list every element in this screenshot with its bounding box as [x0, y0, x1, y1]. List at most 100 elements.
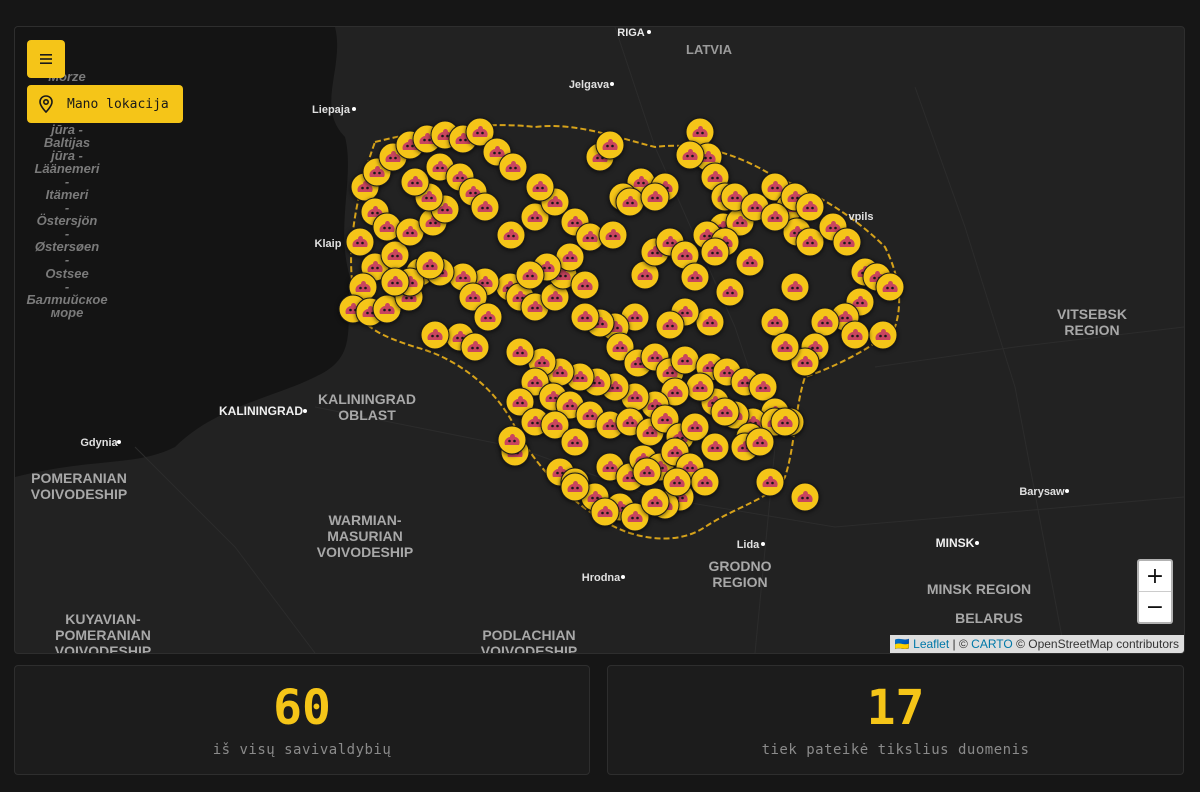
poop-marker[interactable]	[415, 250, 445, 280]
poop-marker[interactable]	[680, 262, 710, 292]
poop-marker[interactable]	[780, 272, 810, 302]
poop-marker[interactable]	[745, 427, 775, 457]
label-hrodna: Hrodna	[582, 572, 621, 584]
poop-marker[interactable]	[690, 467, 720, 497]
poop-marker[interactable]	[675, 140, 705, 170]
label-kuyavian-2: POMERANIAN	[55, 627, 151, 643]
poop-marker[interactable]	[560, 427, 590, 457]
label-barysaw: Barysaw	[1019, 486, 1065, 498]
label-daugavpils: vpils	[848, 211, 873, 223]
poop-marker[interactable]	[790, 482, 820, 512]
label-belarus: BELARUS	[955, 610, 1023, 626]
poop-marker[interactable]	[497, 425, 527, 455]
poop-marker[interactable]	[760, 307, 790, 337]
label-pomeranian-2: VOIVODESHIP	[31, 486, 127, 502]
poop-marker[interactable]	[795, 192, 825, 222]
poop-marker[interactable]	[755, 467, 785, 497]
basemap[interactable]: RIGA LATVIA Jelgava Liepaja Klaip vpils …	[15, 27, 1184, 653]
poop-marker[interactable]	[525, 172, 555, 202]
label-liepaja: Liepaja	[312, 104, 351, 116]
svg-text:-: -	[65, 252, 69, 267]
poop-marker[interactable]	[662, 467, 692, 497]
label-warmian-2: MASURIAN	[327, 528, 402, 544]
poop-marker[interactable]	[560, 472, 590, 502]
poop-marker[interactable]	[460, 332, 490, 362]
poop-marker[interactable]	[473, 302, 503, 332]
poop-marker[interactable]	[840, 320, 870, 350]
poop-marker[interactable]	[770, 407, 800, 437]
poop-marker[interactable]	[875, 272, 905, 302]
poop-marker[interactable]	[505, 337, 535, 367]
poop-marker[interactable]	[400, 167, 430, 197]
label-vitsebsk-1: VITSEBSK	[1057, 306, 1127, 322]
poop-marker[interactable]	[615, 187, 645, 217]
label-kaliningrad-city: KALININGRAD	[219, 404, 303, 418]
label-minsk-region: MINSK REGION	[927, 581, 1031, 597]
label-vitsebsk-2: REGION	[1064, 322, 1119, 338]
label-klaipeda: Klaip	[315, 238, 342, 250]
zoom-out-button[interactable]: −	[1139, 591, 1171, 622]
poop-marker[interactable]	[345, 227, 375, 257]
poop-marker[interactable]	[632, 457, 662, 487]
poop-marker[interactable]	[715, 277, 745, 307]
label-minsk: MINSK	[936, 536, 975, 550]
poop-marker[interactable]	[640, 487, 670, 517]
poop-marker[interactable]	[810, 307, 840, 337]
poop-marker[interactable]	[832, 227, 862, 257]
poop-marker[interactable]	[770, 332, 800, 362]
my-location-label: Mano lokacija	[67, 96, 169, 112]
poop-marker[interactable]	[735, 247, 765, 277]
zoom-control: + −	[1137, 559, 1173, 624]
poop-marker[interactable]	[640, 182, 670, 212]
poop-marker[interactable]	[695, 307, 725, 337]
label-kuyavian-1: KUYAVIAN-	[65, 611, 141, 627]
label-pomeranian-1: POMERANIAN	[31, 470, 127, 486]
poop-marker[interactable]	[670, 345, 700, 375]
svg-text:море: море	[51, 305, 84, 320]
stat-card-municipalities: 60 iš visų savivaldybių	[14, 665, 590, 775]
poop-marker[interactable]	[598, 220, 628, 250]
label-gdynia: Gdynia	[80, 437, 118, 449]
map-container[interactable]: RIGA LATVIA Jelgava Liepaja Klaip vpils …	[14, 26, 1185, 654]
my-location-button[interactable]: Mano lokacija	[27, 85, 183, 123]
poop-marker[interactable]	[748, 372, 778, 402]
map-attribution: 🇺🇦 Leaflet | © CARTO © OpenStreetMap con…	[889, 635, 1184, 653]
label-lida: Lida	[737, 539, 760, 551]
label-kaliningrad-oblast-2: OBLAST	[338, 407, 396, 423]
poop-marker[interactable]	[515, 260, 545, 290]
carto-link[interactable]: CARTO	[971, 637, 1013, 651]
stat-label: tiek pateikė tikslius duomenis	[761, 742, 1030, 758]
poop-marker[interactable]	[380, 267, 410, 297]
label-kuyavian-3: VOIVODESHIP	[55, 643, 151, 653]
label-riga: RIGA	[617, 27, 645, 39]
label-grodno-1: GRODNO	[709, 558, 772, 574]
leaflet-link[interactable]: Leaflet	[913, 637, 949, 651]
menu-button[interactable]	[27, 40, 65, 78]
poop-marker[interactable]	[590, 497, 620, 527]
marker-layer[interactable]	[338, 117, 905, 532]
label-grodno-2: REGION	[712, 574, 767, 590]
poop-marker[interactable]	[700, 237, 730, 267]
poop-marker[interactable]	[700, 432, 730, 462]
poop-marker[interactable]	[470, 192, 500, 222]
poop-marker[interactable]	[710, 397, 740, 427]
poop-marker[interactable]	[868, 320, 898, 350]
poop-marker[interactable]	[595, 130, 625, 160]
label-jelgava: Jelgava	[569, 79, 610, 91]
poop-marker[interactable]	[655, 310, 685, 340]
osm-attribution: © OpenStreetMap contributors	[1012, 637, 1179, 651]
poop-marker[interactable]	[685, 372, 715, 402]
location-pin-icon	[39, 95, 53, 113]
label-podlachian-2: VOIVODESHIP	[481, 643, 577, 653]
ukraine-flag-icon: 🇺🇦	[894, 637, 910, 651]
stat-label: iš visų savivaldybių	[212, 742, 392, 758]
poop-marker[interactable]	[570, 270, 600, 300]
zoom-in-button[interactable]: +	[1139, 561, 1171, 591]
label-podlachian-1: PODLACHIAN	[482, 627, 575, 643]
poop-marker[interactable]	[570, 302, 600, 332]
label-latvia: LATVIA	[686, 42, 733, 57]
poop-marker[interactable]	[496, 220, 526, 250]
label-warmian-3: VOIVODESHIP	[317, 544, 413, 560]
poop-marker[interactable]	[498, 152, 528, 182]
poop-marker[interactable]	[420, 320, 450, 350]
